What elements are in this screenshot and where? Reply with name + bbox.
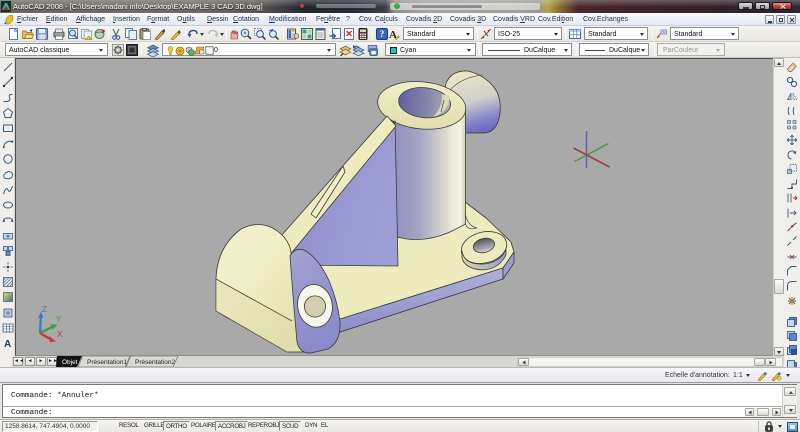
svg-text:Objet: Objet xyxy=(62,359,78,366)
svg-text:X: X xyxy=(57,330,63,339)
svg-text:Z: Z xyxy=(42,305,47,314)
svg-text:Y: Y xyxy=(56,315,62,324)
svg-text:Présentation1: Présentation1 xyxy=(87,359,127,366)
svg-text:A: A xyxy=(4,339,11,349)
svg-text:?: ? xyxy=(380,29,385,39)
svg-text:Présentation2: Présentation2 xyxy=(135,359,175,366)
